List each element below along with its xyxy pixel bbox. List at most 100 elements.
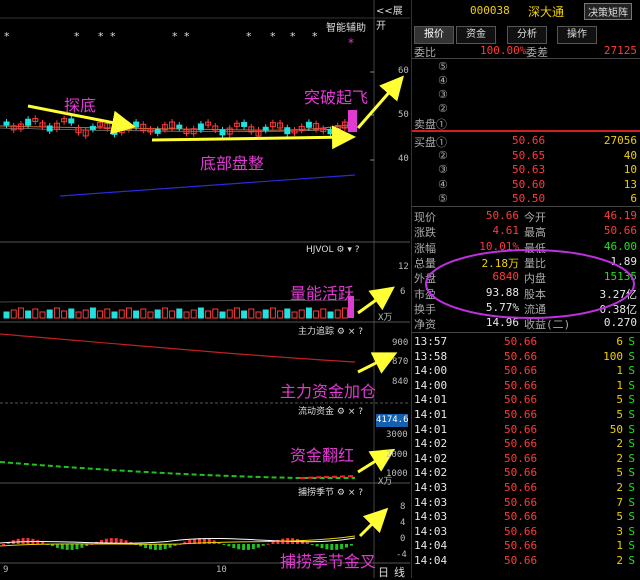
candle-body: [25, 118, 32, 126]
tick-row[interactable]: 14:01 50.66 5 S: [412, 408, 640, 422]
help-icon[interactable]: ?: [358, 407, 363, 417]
tick-row[interactable]: 13:57 50.66 6 S: [412, 335, 640, 349]
annotation-breakout: 突破起飞: [304, 88, 369, 107]
gear-icon[interactable]: ⚙: [337, 488, 345, 498]
candle-body: [284, 127, 291, 135]
commit-ratio-row: 委比 100.00% 委差 27125: [412, 44, 640, 59]
chevron-down-icon[interactable]: ▾: [347, 245, 352, 255]
volume-bar: [327, 311, 334, 319]
candle-body: [46, 125, 53, 132]
tick-row[interactable]: 14:01 50.66 50 S: [412, 423, 640, 437]
tab-analysis[interactable]: 分析: [507, 26, 547, 44]
season-bar: [256, 544, 260, 548]
tick-row[interactable]: 14:03 50.66 3 S: [412, 525, 640, 539]
annotation-capital: 主力资金加仓: [280, 382, 377, 401]
tab-quote[interactable]: 报价: [414, 26, 454, 44]
tick-price: 50.66: [504, 437, 538, 451]
signal-star: *: [290, 30, 296, 43]
gear-icon[interactable]: ⚙: [337, 407, 345, 417]
volume-bar: [82, 309, 89, 319]
quote-panel: 000038 深大通 决策矩阵 报价 资金 分析 操作 委比 100.00% 委…: [411, 0, 640, 578]
capital-panel-title: 主力追踪 ⚙ × ?: [298, 324, 363, 337]
tick-row[interactable]: 14:04 50.66 2 S: [412, 554, 640, 568]
tick-row[interactable]: 14:02 50.66 2 S: [412, 437, 640, 451]
buy-level-row[interactable]: ② 50.65 40: [412, 149, 640, 163]
commit-ratio-value: 100.00%: [480, 44, 527, 57]
sell-level-row[interactable]: ④: [412, 74, 640, 88]
volume-bar: [291, 311, 298, 319]
capital-tick: 840: [392, 377, 409, 387]
tick-row[interactable]: 14:03 50.66 2 S: [412, 481, 640, 495]
buy-level-volume: 13: [623, 177, 637, 191]
volume-bar: [284, 308, 291, 319]
sell-level-row[interactable]: 卖盘①: [412, 116, 640, 131]
volume-bar: [248, 308, 255, 319]
tick-row[interactable]: 14:02 50.66 5 S: [412, 466, 640, 480]
season-bar: [41, 541, 45, 544]
season-bar: [75, 544, 79, 550]
candle-body: [68, 118, 75, 124]
quote-value: 46.19: [603, 209, 637, 222]
annotation-season: 捕捞季节金叉: [280, 552, 377, 571]
tick-side: S: [628, 364, 635, 378]
candle-body: [154, 128, 161, 134]
flow-tick: 2000: [386, 450, 408, 460]
buy-level-volume: 40: [623, 148, 637, 162]
sell-level-row[interactable]: ③: [412, 88, 640, 102]
volume-bar: [320, 308, 327, 319]
tick-row[interactable]: 13:58 50.66 100 S: [412, 350, 640, 364]
volume-bar: [111, 311, 118, 319]
help-icon[interactable]: ?: [358, 488, 363, 498]
volume-bar: [46, 309, 53, 319]
close-icon[interactable]: ×: [348, 407, 356, 417]
sell-level-row[interactable]: ⑤: [412, 60, 640, 74]
buy-level-row[interactable]: ③ 50.63 10: [412, 163, 640, 177]
tab-capital[interactable]: 资金: [456, 26, 496, 44]
tick-row[interactable]: 14:03 50.66 7 S: [412, 496, 640, 510]
tick-row[interactable]: 14:04 50.66 1 S: [412, 539, 640, 553]
decision-matrix-button[interactable]: 决策矩阵: [584, 3, 632, 20]
volume-bar: [176, 308, 183, 319]
tick-price: 50.66: [504, 481, 538, 494]
help-icon[interactable]: ?: [355, 245, 360, 255]
flow-tick: 3000: [386, 430, 408, 440]
buy-level-row[interactable]: ⑤ 50.50 6: [412, 192, 640, 206]
tick-volume: 2: [616, 437, 623, 451]
tick-side: S: [628, 437, 635, 451]
tick-row[interactable]: 14:03 50.66 5 S: [412, 510, 640, 524]
gear-icon[interactable]: ⚙: [337, 327, 345, 337]
quote-label: 涨跌: [414, 226, 436, 240]
volume-bar: [241, 310, 248, 319]
tab-operation[interactable]: 操作: [557, 26, 597, 44]
help-icon[interactable]: ?: [358, 327, 363, 337]
buy-level-volume: 10: [623, 163, 637, 176]
quote-label: 最高: [524, 226, 546, 240]
chart-area[interactable]: <<展开 智能辅助 * * * * * * * * * * * 60 50 40 探底 突破起飞 …: [0, 0, 410, 579]
close-icon[interactable]: ×: [348, 327, 356, 337]
season-panel-title: 捕捞季节 ⚙ × ?: [298, 485, 363, 498]
tick-price: 50.66: [504, 524, 538, 538]
gear-icon[interactable]: ⚙: [336, 245, 344, 255]
close-icon[interactable]: ×: [348, 488, 356, 498]
volume-bar: [197, 307, 204, 319]
season-bar: [158, 544, 162, 550]
tick-row[interactable]: 14:01 50.66 5 S: [412, 393, 640, 407]
tick-price: 50.66: [504, 364, 538, 378]
volume-bar: [305, 307, 312, 319]
season-tick: 4: [400, 518, 406, 528]
commit-diff-value: 27125: [603, 44, 637, 57]
tick-side: S: [628, 335, 635, 348]
tick-time: 14:03: [414, 524, 448, 538]
season-bar: [242, 544, 246, 550]
buy-level-row[interactable]: ④ 50.60 13: [412, 178, 640, 192]
tick-row[interactable]: 14:02 50.66 2 S: [412, 452, 640, 466]
buy-level-row[interactable]: 买盘① 50.66 27056: [412, 134, 640, 149]
signal-star: *: [98, 30, 104, 43]
tick-row[interactable]: 14:00 50.66 1 S: [412, 379, 640, 393]
tick-time: 14:04: [414, 539, 448, 553]
tick-volume: 2: [616, 554, 623, 567]
tick-row[interactable]: 14:00 50.66 1 S: [412, 364, 640, 378]
sell-level-row[interactable]: ②: [412, 102, 640, 116]
volume-bar: [32, 308, 39, 319]
expand-button[interactable]: <<展开: [376, 2, 410, 32]
